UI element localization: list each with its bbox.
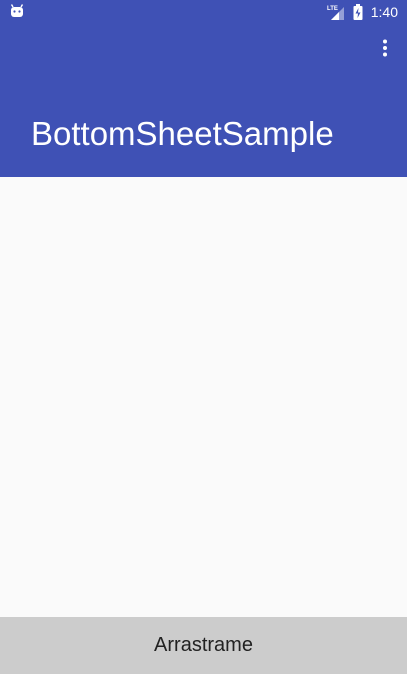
status-indicators: LTE 1:40 <box>327 0 398 24</box>
app-bar: LTE 1:40 BottomSheetSample <box>0 0 407 177</box>
bottom-sheet-label: Arrastrame <box>154 634 253 656</box>
screen: LTE 1:40 BottomSheetSample Arrastrame <box>0 0 407 674</box>
battery-icon <box>353 4 363 20</box>
more-vert-icon <box>382 39 388 62</box>
page-title: BottomSheetSample <box>31 115 334 152</box>
overflow-menu-button[interactable] <box>373 38 397 62</box>
status-time: 1:40 <box>370 4 398 20</box>
android-notification-icon <box>9 4 25 18</box>
content-area <box>0 177 407 617</box>
bottom-sheet-handle[interactable]: Arrastrame <box>0 617 407 674</box>
signal-icon: LTE <box>327 4 347 20</box>
status-bar: LTE 1:40 <box>0 0 407 24</box>
network-type-label: LTE <box>327 6 338 12</box>
